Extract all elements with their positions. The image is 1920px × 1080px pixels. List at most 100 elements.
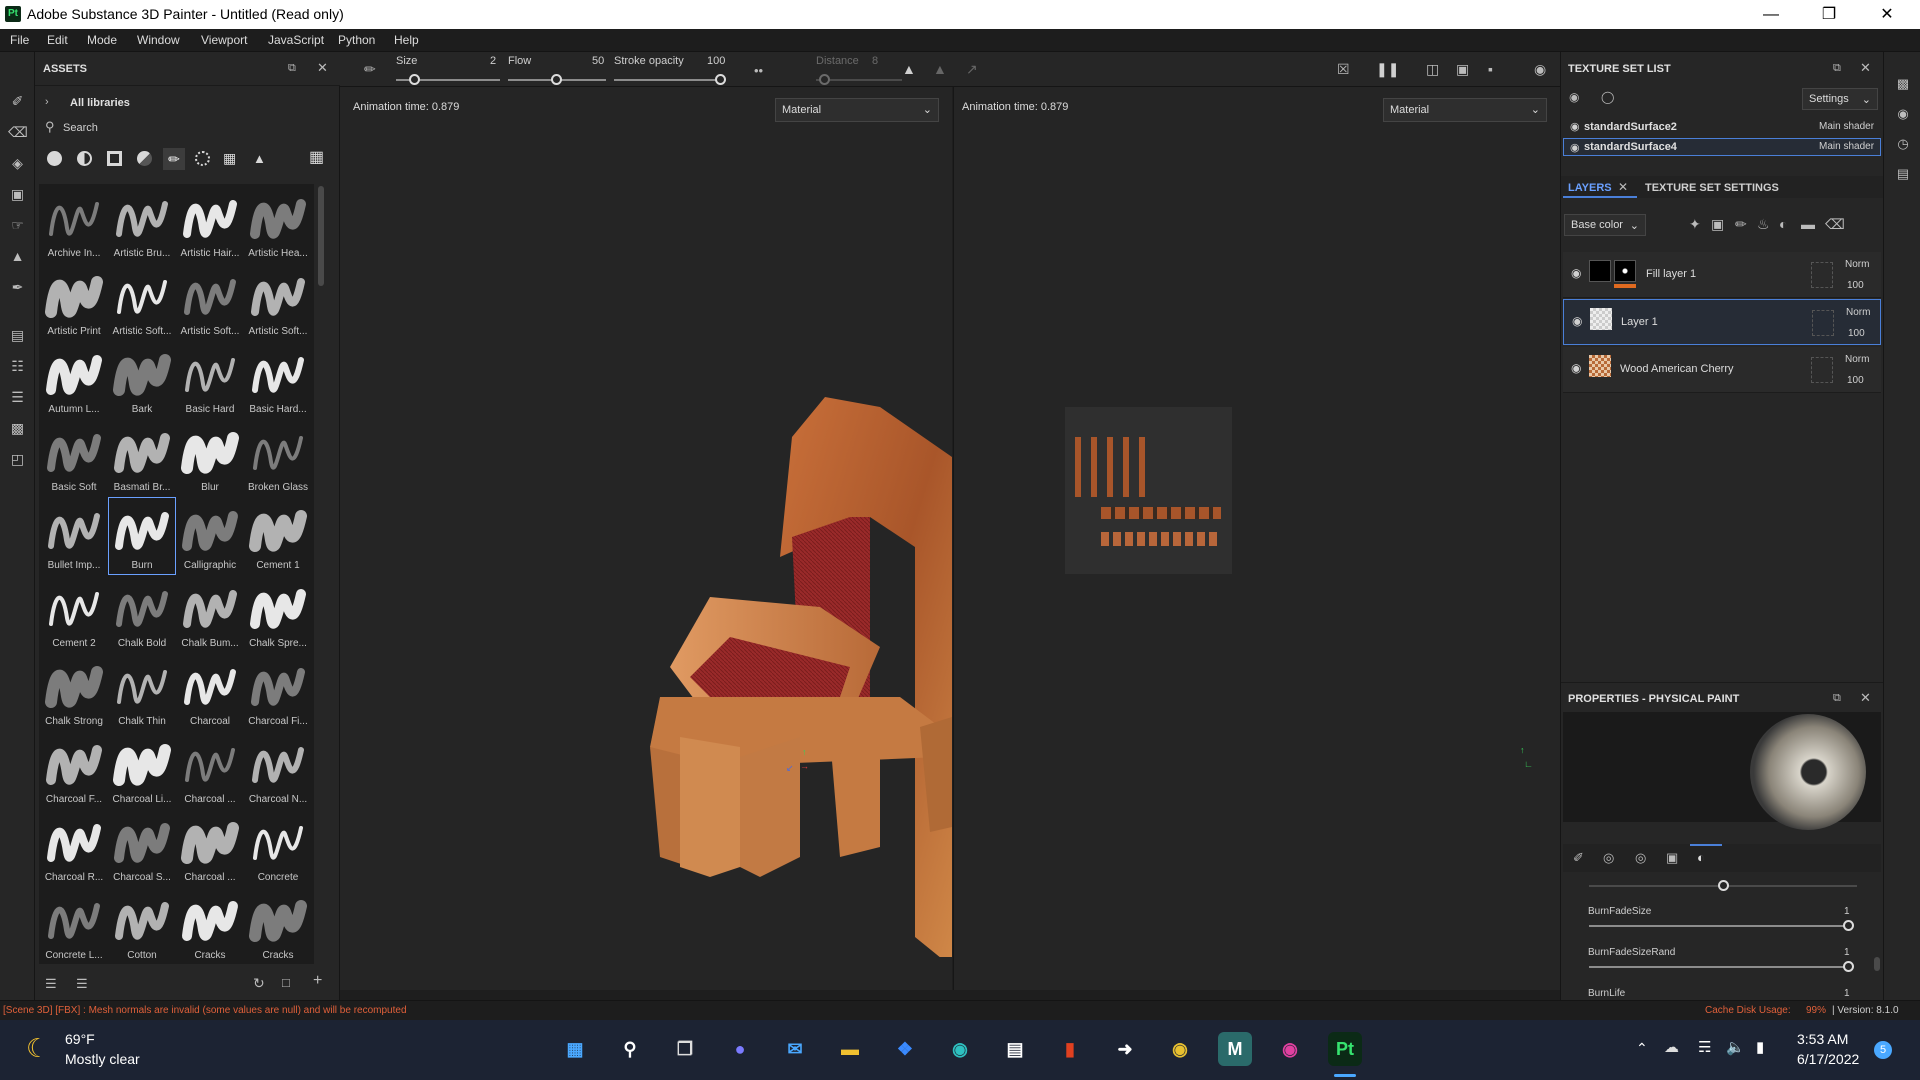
new-folder-icon[interactable]: □ [282, 975, 290, 990]
stroke-opacity-slider[interactable] [614, 79, 724, 81]
mirror-icon[interactable]: ▲ [933, 61, 947, 77]
close-panel-icon[interactable]: ✕ [1860, 60, 1871, 76]
menu-javascript[interactable]: JavaScript [268, 33, 324, 47]
delete-layer-icon[interactable]: ⌫ [1825, 216, 1845, 233]
distance-slider-knob[interactable] [819, 74, 830, 85]
library-selector[interactable]: All libraries [70, 97, 130, 109]
asset-tile[interactable]: Chalk Spre... [245, 576, 311, 652]
layer-row[interactable]: ◉ Wood American Cherry Norm 100 [1563, 347, 1881, 393]
refresh-icon[interactable]: ↻ [253, 975, 265, 992]
menu-help[interactable]: Help [394, 33, 419, 47]
asset-tile[interactable]: Burn [108, 497, 176, 575]
tab-texture-set-settings[interactable]: TEXTURE SET SETTINGS [1645, 182, 1779, 194]
generators-filter-icon[interactable] [137, 151, 152, 166]
eye-outline-icon[interactable]: ◯ [1601, 90, 1614, 104]
layer-mask-slot[interactable] [1811, 262, 1833, 288]
properties-scrollbar[interactable] [1874, 957, 1880, 971]
history-icon[interactable]: ◷ [1894, 136, 1912, 154]
param-value[interactable]: 1 [1844, 988, 1850, 999]
asset-tile[interactable]: Artistic Soft... [109, 264, 175, 340]
clone-stamp-icon[interactable]: ▲ [8, 247, 27, 266]
asset-tile[interactable]: Charcoal ... [177, 810, 243, 886]
weather-moon-icon[interactable]: ☾ [26, 1033, 49, 1064]
asset-tile[interactable]: Concrete [245, 810, 311, 886]
eye-icon[interactable]: ◉ [1570, 141, 1580, 154]
transform-icon[interactable]: ☷ [8, 357, 27, 376]
close-window-button[interactable]: ✕ [1858, 0, 1916, 29]
asset-tile[interactable]: Basic Hard [177, 342, 243, 418]
asset-tile[interactable]: Artistic Print [41, 264, 107, 340]
menu-window[interactable]: Window [137, 33, 180, 47]
add-asset-icon[interactable]: + [313, 972, 322, 990]
eye-icon[interactable]: ◉ [1572, 314, 1582, 328]
alpha-tab-icon[interactable]: ◎ [1603, 850, 1614, 866]
hide-ui-icon[interactable]: ☒ [1337, 61, 1350, 78]
asset-tile[interactable]: Charcoal R... [41, 810, 107, 886]
brushes-filter-icon[interactable]: ✏ [163, 148, 185, 170]
viewport-3d-mode-dropdown[interactable]: Material ⌄ [775, 98, 939, 122]
burn-fade-size-rand-knob[interactable] [1843, 961, 1854, 972]
screenshot-icon[interactable]: ◉ [1534, 61, 1546, 78]
burn-fade-size-rand-slider[interactable] [1589, 966, 1849, 968]
menu-python[interactable]: Python [338, 33, 375, 47]
creative-cloud-icon[interactable]: ◉ [1273, 1032, 1307, 1066]
layer-opacity[interactable]: 100 [1847, 280, 1864, 291]
smart-materials-filter-icon[interactable] [77, 151, 92, 166]
weather-desc[interactable]: Mostly clear [65, 1051, 140, 1067]
smudge-icon[interactable]: ☞ [8, 216, 27, 235]
layer-name[interactable]: Wood American Cherry [1620, 363, 1734, 375]
lazy-mouse-icon[interactable]: •• [754, 63, 763, 78]
asset-tile[interactable]: Artistic Soft... [177, 264, 243, 340]
asset-tile[interactable]: Cracks [245, 888, 311, 964]
float-panel-icon[interactable]: ⧉ [288, 62, 296, 75]
particles-filter-icon[interactable] [195, 151, 210, 166]
battery-icon[interactable]: ▮ [1756, 1038, 1764, 1056]
asset-tile[interactable]: Basic Soft [41, 420, 107, 496]
viewport-2d[interactable]: Animation time: 0.879 Material ⌄ ↑ ∟ [953, 87, 1560, 990]
viewport-3d[interactable]: Animation time: 0.879 Material ⌄ ↑ → ↙ [340, 87, 952, 990]
paint-brush-icon[interactable]: ✐ [8, 92, 27, 111]
size-slider-knob[interactable] [409, 74, 420, 85]
asset-tile[interactable]: Bullet Imp... [41, 498, 107, 574]
wifi-icon[interactable]: ☴ [1698, 1038, 1711, 1056]
log-icon[interactable]: ▤ [1894, 166, 1912, 184]
asset-tile[interactable]: Autumn L... [41, 342, 107, 418]
texture-settings-dropdown[interactable]: Settings ⌄ [1802, 88, 1878, 110]
projection-icon[interactable]: ◈ [8, 154, 27, 173]
layer-opacity[interactable]: 100 [1847, 375, 1864, 386]
layer-blend-mode[interactable]: Norm [1846, 307, 1870, 318]
close-tab-icon[interactable]: ✕ [1618, 180, 1628, 194]
material-tab-icon[interactable]: ▣ [1666, 850, 1678, 866]
chevron-right-icon[interactable]: › [45, 96, 49, 108]
asset-tile[interactable]: Charcoal [177, 654, 243, 730]
asset-tile[interactable]: Artistic Bru... [109, 186, 175, 262]
viewport-2d-mode-dropdown[interactable]: Material ⌄ [1383, 98, 1547, 122]
burn-fade-size-slider[interactable] [1589, 925, 1849, 927]
asset-tile[interactable]: Charcoal Fi... [245, 654, 311, 730]
alphas-filter-icon[interactable]: ▦ [223, 151, 238, 166]
menu-file[interactable]: File [10, 33, 29, 47]
grid-view-icon[interactable]: ▦ [309, 150, 325, 166]
param-value[interactable]: 1 [1844, 906, 1850, 917]
clock-time[interactable]: 3:53 AM [1797, 1031, 1848, 1047]
search-input[interactable]: Search [63, 122, 98, 134]
sort-icon[interactable]: ☰ [76, 976, 88, 992]
asset-tile[interactable]: Charcoal N... [245, 732, 311, 808]
substance-painter-icon[interactable]: Pt [1328, 1032, 1362, 1066]
layer-opacity[interactable]: 100 [1848, 328, 1865, 339]
flow-slider-knob[interactable] [551, 74, 562, 85]
onedrive-icon[interactable]: ☁ [1664, 1038, 1679, 1056]
top-param-knob[interactable] [1718, 880, 1729, 891]
add-effect-icon[interactable]: ✦ [1689, 216, 1701, 233]
layer-mask-thumbnail[interactable] [1614, 260, 1636, 282]
measure-icon[interactable]: ☰ [8, 388, 27, 407]
add-mask-icon[interactable]: ▣ [1711, 216, 1724, 233]
teams-chat-icon[interactable]: ● [723, 1032, 757, 1066]
layer-blend-mode[interactable]: Norm [1845, 354, 1869, 365]
store-icon[interactable]: ▤ [998, 1032, 1032, 1066]
eye-icon[interactable]: ◉ [1569, 90, 1579, 104]
float-panel-icon[interactable]: ⧉ [1833, 62, 1841, 75]
clock-date[interactable]: 6/17/2022 [1797, 1051, 1859, 1067]
asset-tile[interactable]: Artistic Hea... [245, 186, 311, 262]
stroke-opacity-knob[interactable] [715, 74, 726, 85]
